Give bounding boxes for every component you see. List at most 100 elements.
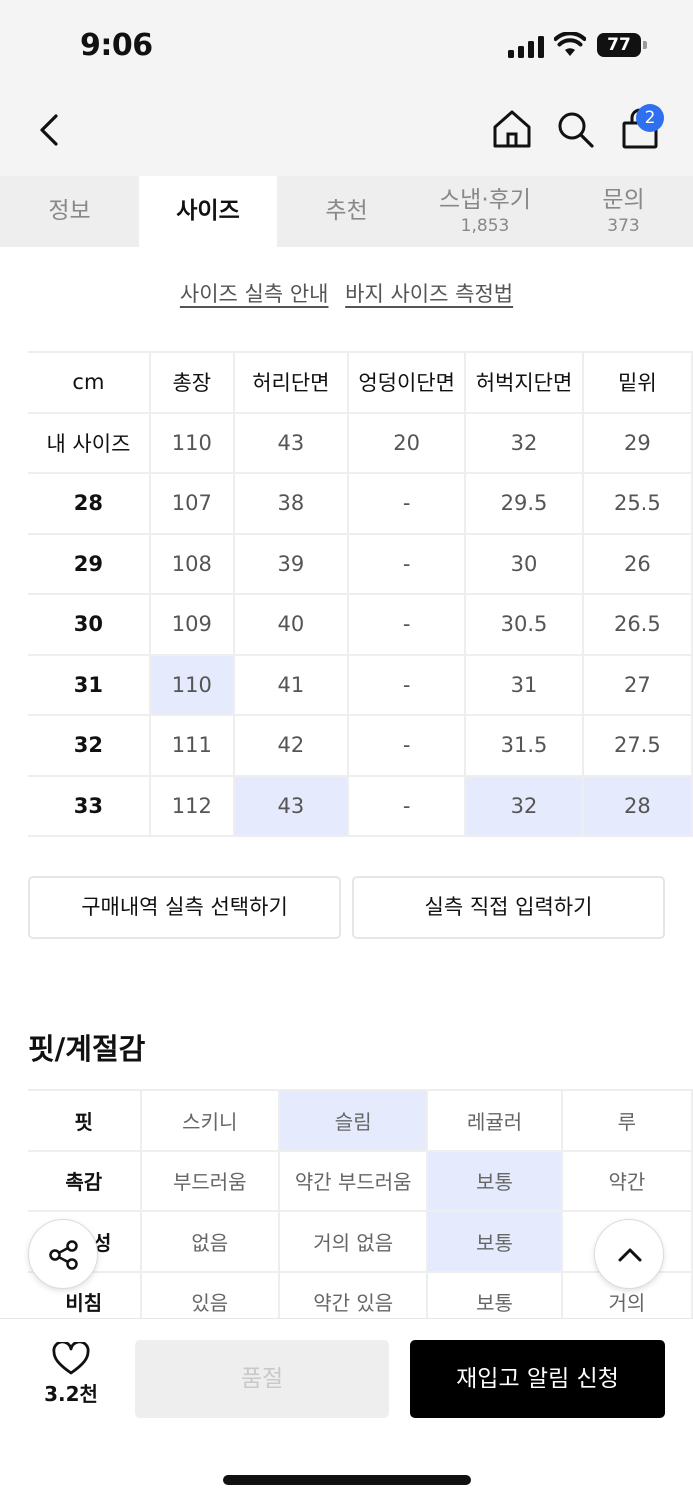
tab-label: 사이즈 [176,198,240,224]
table-cell: 31.5 [464,714,584,777]
cellular-signal-icon [508,36,544,58]
fit-option: 약간 부드러움 [278,1149,429,1212]
status-time: 9:06 [80,28,153,63]
product-tabs: 정보 사이즈 추천 스냅·후기 1,853 문의 373 [0,176,693,247]
battery-icon: 77 [597,33,647,57]
table-cell-highlighted: 43 [232,774,349,837]
tab-label: 정보 [48,198,91,224]
my-size-row: 내 사이즈 110 43 20 32 29 [28,411,693,474]
header-cell: 밑위 [581,351,693,414]
fit-option: 스키니 [139,1089,281,1152]
header-cell: 총장 [148,351,235,414]
fit-option-selected: 보통 [426,1149,563,1212]
size-table-header: cm 총장 허리단면 엉덩이단면 허벅지단면 밑위 [28,351,693,414]
fit-option-selected: 슬림 [278,1089,429,1152]
select-purchase-history-button[interactable]: 구매내역 실측 선택하기 [28,876,341,939]
table-row: 33 112 43 - 32 28 [28,774,693,837]
tab-info[interactable]: 정보 [0,176,139,247]
pants-measure-method-link[interactable]: 바지 사이즈 측정법 [345,282,513,306]
table-cell: 39 [232,532,349,595]
table-cell: 40 [232,593,349,656]
table-cell: 110 [148,411,235,474]
table-cell: - [346,774,467,837]
tab-size[interactable]: 사이즈 [139,176,277,247]
table-cell: 20 [346,411,467,474]
table-cell: - [346,653,467,716]
scroll-top-button[interactable] [594,1219,664,1289]
soldout-button: 품절 [135,1340,389,1418]
fit-option: 약간 [560,1149,693,1212]
fit-row: 신축성 없음 거의 없음 보통 약간 [28,1210,693,1273]
table-cell: 30.5 [464,593,584,656]
share-icon [49,1240,78,1270]
size-table: cm 총장 허리단면 엉덩이단면 허벅지단면 밑위 내 사이즈 110 43 2… [28,351,693,837]
fit-row: 촉감 부드러움 약간 부드러움 보통 약간 [28,1149,693,1212]
status-bar: 9:06 77 [0,0,693,92]
row-label: 촉감 [28,1149,142,1212]
table-cell: 41 [232,653,349,716]
table-cell: 43 [232,411,349,474]
table-cell: - [346,532,467,595]
row-label: 내 사이즈 [28,411,151,474]
table-cell-highlighted: 110 [148,653,235,716]
fit-option: 거의 없음 [278,1210,429,1273]
table-cell: 107 [148,472,235,535]
fit-table: 핏 스키니 슬림 레귤러 루 촉감 부드러움 약간 부드러움 보통 약간 신축성… [28,1089,693,1333]
fit-option: 없음 [139,1210,281,1273]
row-label: 28 [28,472,151,535]
table-cell: 108 [148,532,235,595]
restock-alert-button[interactable]: 재입고 알림 신청 [410,1340,665,1418]
row-label: 핏 [28,1089,142,1152]
table-row: 30 109 40 - 30.5 26.5 [28,593,693,656]
tab-count: 373 [607,216,640,236]
battery-level: 77 [597,33,641,57]
table-cell: 31 [464,653,584,716]
like-button[interactable]: 3.2천 [28,1342,114,1407]
header-cell: cm [28,351,151,414]
tab-count: 1,853 [460,216,510,236]
table-cell: - [346,472,467,535]
fit-option: 루 [560,1089,693,1152]
table-cell-highlighted: 28 [581,774,693,837]
cart-count-badge: 2 [636,104,664,132]
table-cell: 111 [148,714,235,777]
table-cell: 38 [232,472,349,535]
table-cell: 32 [464,411,584,474]
fit-option-selected: 보통 [426,1210,563,1273]
fit-row: 핏 스키니 슬림 레귤러 루 [28,1089,693,1152]
home-indicator [223,1475,471,1485]
table-cell: 112 [148,774,235,837]
table-cell: 27 [581,653,693,716]
share-button[interactable] [28,1219,98,1289]
home-icon[interactable] [489,106,535,152]
table-cell: - [346,714,467,777]
table-cell: 30 [464,532,584,595]
tab-snap-review[interactable]: 스냅·후기 1,853 [416,176,554,247]
table-cell-highlighted: 32 [464,774,584,837]
direct-input-button[interactable]: 실측 직접 입력하기 [352,876,665,939]
wifi-icon [554,32,586,56]
table-row: 32 111 42 - 31.5 27.5 [28,714,693,777]
tab-recommend[interactable]: 추천 [277,176,416,247]
header-cell: 엉덩이단면 [346,351,467,414]
like-count: 3.2천 [44,1382,98,1406]
table-cell: 29 [581,411,693,474]
tab-inquiry[interactable]: 문의 373 [554,176,693,247]
fit-option: 부드러움 [139,1149,281,1212]
table-row: 28 107 38 - 29.5 25.5 [28,472,693,535]
row-label: 30 [28,593,151,656]
header-cell: 허리단면 [232,351,349,414]
table-cell: 27.5 [581,714,693,777]
size-measurement-guide-link[interactable]: 사이즈 실측 안내 [180,282,329,306]
tab-label: 문의 [602,187,645,213]
table-row: 29 108 39 - 30 26 [28,532,693,595]
search-icon[interactable] [552,106,598,152]
chevron-up-icon [618,1248,642,1262]
table-cell: 25.5 [581,472,693,535]
row-label: 31 [28,653,151,716]
row-label: 29 [28,532,151,595]
back-arrow-icon[interactable] [30,108,70,152]
row-label: 32 [28,714,151,777]
row-label: 33 [28,774,151,837]
table-cell: 42 [232,714,349,777]
